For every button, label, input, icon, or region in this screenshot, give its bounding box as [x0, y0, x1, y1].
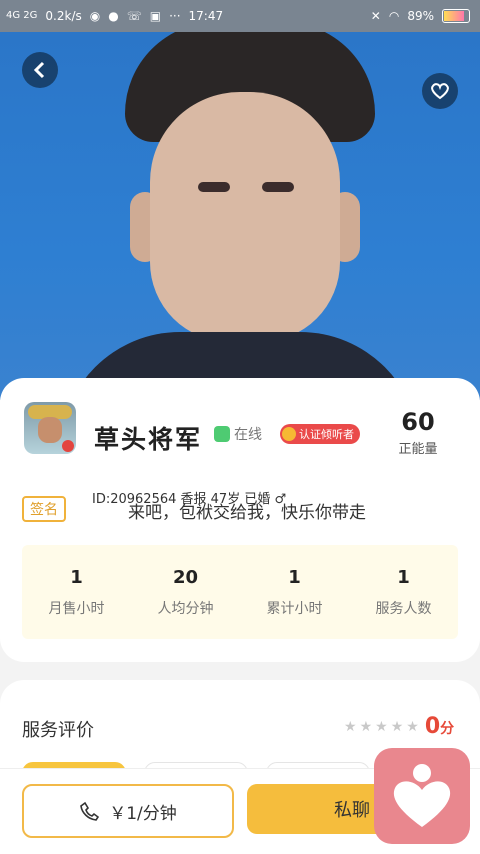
- message-icon: ●: [108, 9, 119, 23]
- online-label: 在线: [234, 427, 262, 443]
- star-icon: ★: [375, 718, 388, 735]
- favorite-button[interactable]: [422, 73, 458, 109]
- stat-value: 1: [397, 566, 410, 588]
- star-icon: ★: [344, 718, 357, 735]
- heart-icon: [431, 83, 449, 100]
- phone-icon: [80, 801, 100, 821]
- cert-label: 认证倾听者: [299, 428, 354, 441]
- network-indicator: 4G 2G: [6, 10, 38, 21]
- score-unit: 分: [440, 721, 455, 737]
- online-icon: [214, 426, 230, 442]
- stat-value: 20: [172, 566, 199, 588]
- status-bar: 4G 2G 0.2k/s ◉ ● ☏ ▣ ··· 17:47 ✕ ◠ 89%: [0, 0, 480, 32]
- certified-badge: 认证倾听者: [280, 424, 360, 444]
- rating-stars: ★ ★ ★ ★ ★: [344, 719, 419, 735]
- rating: ★ ★ ★ ★ ★ 0分: [344, 714, 454, 739]
- wifi-icon: ◠: [388, 9, 400, 23]
- profile-name: 草头将军: [94, 425, 203, 454]
- battery-percent: 89%: [407, 9, 434, 23]
- score-value: 0: [424, 714, 441, 739]
- call-button[interactable]: ￥1/分钟: [22, 784, 234, 838]
- stat-value: 1: [70, 566, 83, 588]
- wechat-icon: ◉: [89, 9, 101, 23]
- clock: 17:47: [188, 9, 224, 23]
- battery-icon: [442, 9, 470, 23]
- star-icon: ★: [390, 718, 404, 735]
- status-left: 4G 2G 0.2k/s ◉ ● ☏ ▣ ··· 17:47: [0, 9, 223, 23]
- call-icon: ☏: [126, 9, 142, 23]
- screenshot-icon: ▣: [149, 9, 162, 23]
- more-icon: ···: [169, 9, 181, 23]
- mute-icon: ✕: [370, 9, 381, 23]
- stat-item: 1 累计小时: [267, 567, 323, 618]
- motto: 来吧，包袱交给我，快乐你带走: [128, 503, 366, 523]
- heart-app-icon: [393, 764, 451, 827]
- stat-label: 人均分钟: [157, 600, 214, 617]
- cert-icon: [282, 427, 296, 441]
- stat-item: 1 服务人数: [376, 567, 432, 618]
- stat-label: 累计小时: [266, 600, 323, 617]
- review-score: 0分: [425, 714, 454, 739]
- energy-score: 60 正能量: [392, 408, 444, 457]
- stat-value: 1: [288, 566, 301, 588]
- stat-item: 1 月售小时: [49, 567, 105, 618]
- floating-app-button[interactable]: [374, 748, 470, 844]
- stats-panel: 1 月售小时 20 人均分钟 1 累计小时 1 服务人数: [22, 545, 458, 639]
- stat-label: 服务人数: [375, 600, 432, 617]
- star-icon: ★: [359, 718, 373, 735]
- back-button[interactable]: [22, 52, 58, 88]
- review-title: 服务评价: [22, 720, 94, 741]
- back-arrow-icon: [33, 61, 45, 79]
- star-icon: ★: [406, 718, 419, 735]
- sign-badge: 签名: [22, 496, 66, 522]
- stat-item: 20 人均分钟: [158, 567, 214, 618]
- energy-value: 60: [401, 408, 435, 436]
- energy-label: 正能量: [398, 442, 438, 457]
- stat-label: 月售小时: [48, 600, 105, 617]
- call-price: ￥1/分钟: [109, 803, 177, 824]
- avatar[interactable]: [24, 402, 76, 454]
- profile-photo: [0, 32, 480, 400]
- online-status: 在线: [214, 424, 262, 444]
- network-speed: 0.2k/s: [45, 9, 82, 23]
- status-right: ✕ ◠ 89%: [371, 9, 480, 23]
